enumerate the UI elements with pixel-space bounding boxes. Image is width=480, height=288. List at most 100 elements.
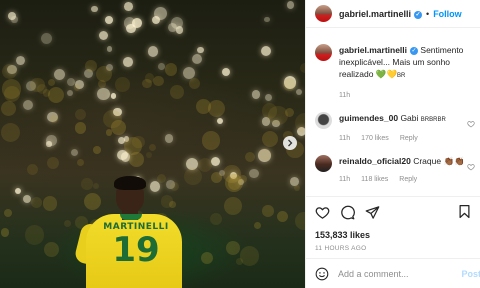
crowd-blur <box>262 103 278 119</box>
post-photo[interactable]: MARTINELLI 19 <box>0 0 305 288</box>
stadium-light <box>210 157 220 167</box>
post-actions: 153,833 likes 11 HOURS AGO <box>306 196 480 252</box>
stadium-light <box>124 1 134 11</box>
crowd-blur <box>27 163 39 176</box>
comment-item: reinaldo_oficial20 Craque 👏🏾👏🏾 11h 118 l… <box>306 147 480 183</box>
emoji-smiley-icon[interactable] <box>315 267 329 281</box>
crowd-blur <box>132 135 145 149</box>
comment-meta: 11h 118 likes Reply <box>339 176 480 183</box>
stadium-light <box>197 46 204 54</box>
crowd-blur <box>0 228 10 237</box>
likes-count[interactable]: 153,833 likes <box>315 230 472 240</box>
crowd-blur <box>85 60 97 72</box>
stadium-light <box>286 1 295 9</box>
crowd-blur <box>43 196 58 211</box>
caption-time[interactable]: 11h <box>339 92 350 99</box>
comment-time[interactable]: 11h <box>339 135 350 142</box>
crowd-blur <box>48 86 65 103</box>
post-timestamp[interactable]: 11 HOURS AGO <box>315 245 472 252</box>
crowd-blur <box>115 77 130 92</box>
stadium-light <box>40 32 53 45</box>
crowd-blur <box>196 98 212 114</box>
stadium-light <box>295 89 303 96</box>
comment-emojis: 👏🏾👏🏾 <box>443 156 465 166</box>
stadium-light <box>67 90 74 97</box>
stadium-light <box>217 117 224 124</box>
crowd-blur <box>37 83 48 94</box>
next-photo-button[interactable] <box>283 136 297 150</box>
jersey-number: 19 <box>112 230 160 270</box>
crowd-blur <box>225 241 240 256</box>
bookmark-icon[interactable] <box>457 204 472 219</box>
crowd-blur <box>224 197 242 215</box>
crowd-blur <box>63 219 72 228</box>
author-username[interactable]: gabriel.martinelli ✓ <box>339 9 423 19</box>
crowd-blur <box>1 79 22 99</box>
comment-text: Craque <box>413 156 442 166</box>
stadium-light <box>147 45 159 57</box>
like-comment-heart-icon[interactable] <box>467 163 475 171</box>
like-heart-icon[interactable] <box>315 205 330 220</box>
crowd-blur <box>31 197 43 209</box>
stadium-light <box>91 5 98 13</box>
crowd-blur <box>74 122 87 134</box>
crowd-blur <box>210 213 223 226</box>
crowd-blur <box>253 221 262 230</box>
comment-body: guimendes_00 Gabi BRBRBR <box>339 104 479 126</box>
post-comment-button[interactable]: Post <box>461 269 480 279</box>
caption-username[interactable]: gabriel.martinelli <box>339 45 407 55</box>
comment-username[interactable]: reinaldo_oficial20 <box>339 156 411 166</box>
share-paper-plane-icon[interactable] <box>365 205 380 220</box>
crowd-blur <box>276 210 288 223</box>
comment-likes[interactable]: 170 likes <box>361 135 389 142</box>
commenter-avatar[interactable] <box>315 112 332 129</box>
stadium-light <box>264 16 270 23</box>
crowd-blur <box>227 176 241 190</box>
commenter-avatar[interactable] <box>315 155 332 172</box>
caption-body: gabriel.martinelli ✓ Sentimento inexplicá… <box>339 36 479 82</box>
stadium-light <box>123 56 133 67</box>
crowd-blur <box>148 143 157 152</box>
stadium-light <box>251 90 261 99</box>
crowd-blur <box>236 258 243 265</box>
crowd-blur <box>261 130 278 147</box>
crowd-blur <box>43 241 59 257</box>
reply-button[interactable]: Reply <box>399 176 417 183</box>
crowd-blur <box>293 184 300 191</box>
crowd-blur <box>111 119 126 135</box>
comment-username[interactable]: guimendes_00 <box>339 113 398 123</box>
crowd-blur <box>282 77 297 92</box>
comment-bubble-icon[interactable] <box>340 205 355 220</box>
crowd-blur <box>245 152 256 163</box>
stadium-light <box>15 187 22 195</box>
stadium-light <box>22 194 32 204</box>
crowd-blur <box>75 108 87 120</box>
crowd-blur <box>2 63 18 79</box>
crowd-blur <box>3 209 12 218</box>
stadium-light <box>158 62 165 70</box>
crowd-blur <box>189 78 200 90</box>
comment-time[interactable]: 11h <box>339 176 350 183</box>
stadium-light <box>110 93 117 99</box>
verified-badge-icon: ✓ <box>410 47 419 55</box>
comment-likes[interactable]: 118 likes <box>361 176 388 183</box>
stadium-light <box>22 99 34 110</box>
reply-button[interactable]: Reply <box>400 135 418 142</box>
action-icons <box>315 204 472 220</box>
crowd-blur <box>198 158 213 173</box>
comment-input[interactable] <box>337 268 458 279</box>
crowd-blur <box>295 112 305 133</box>
crowd-blur <box>259 148 272 161</box>
comment-body: reinaldo_oficial20 Craque 👏🏾👏🏾 <box>339 147 479 167</box>
stadium-light <box>71 148 79 156</box>
author-avatar[interactable] <box>315 5 332 22</box>
like-comment-heart-icon[interactable] <box>467 120 475 128</box>
crowd-blur <box>153 75 164 87</box>
crowd-blur <box>262 205 274 217</box>
caption-avatar[interactable] <box>315 44 332 61</box>
chevron-right-icon <box>288 139 293 147</box>
stadium-light <box>249 168 259 178</box>
crowd-blur <box>50 115 59 124</box>
crowd-blur <box>211 171 222 183</box>
follow-button[interactable]: Follow <box>433 9 462 19</box>
